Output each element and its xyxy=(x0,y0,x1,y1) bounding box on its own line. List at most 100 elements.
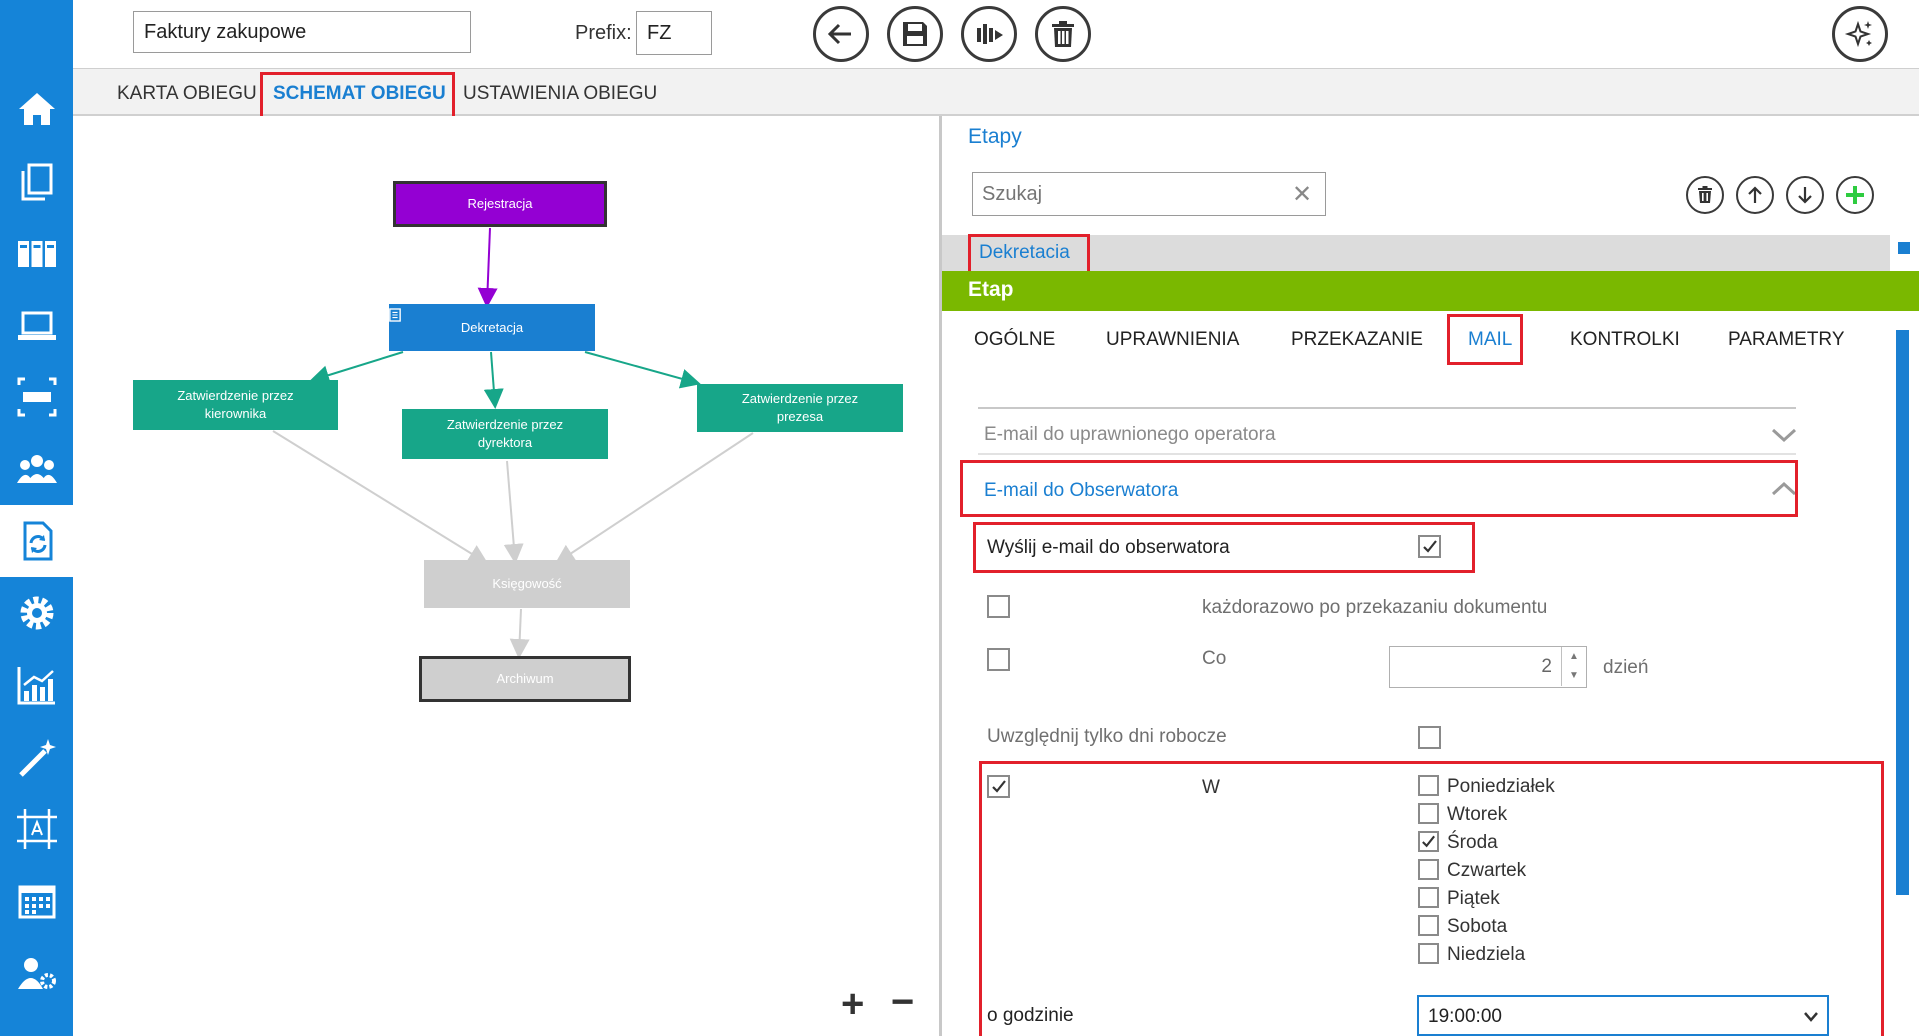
accordion-observer-email[interactable]: E-mail do Obserwatora xyxy=(984,480,1178,502)
accordion-operator-email[interactable]: E-mail do uprawnionego operatora xyxy=(984,424,1276,446)
nav-laptop[interactable] xyxy=(0,289,73,361)
search-clear-icon[interactable]: ✕ xyxy=(1292,180,1312,209)
users-icon xyxy=(16,455,57,483)
add-stage-button[interactable] xyxy=(1836,176,1874,214)
arrow-up-icon xyxy=(1748,186,1762,203)
node-archiwum[interactable]: Archiwum xyxy=(419,656,631,702)
send-email-checkbox[interactable] xyxy=(1418,535,1441,558)
nav-template[interactable] xyxy=(0,793,73,865)
thursday-checkbox[interactable] xyxy=(1418,859,1439,880)
nav-wizard[interactable] xyxy=(0,721,73,793)
chevron-down-icon[interactable] xyxy=(1770,426,1798,444)
node-zatwierdzenie-prezesa[interactable]: Zatwierdzenie przez prezesa xyxy=(697,384,903,432)
move-stage-down-button[interactable] xyxy=(1786,176,1824,214)
tuesday-checkbox[interactable] xyxy=(1418,803,1439,824)
workdays-label: Uwzględnij tylko dni robocze xyxy=(987,726,1227,747)
node-prezes-label-2: prezesa xyxy=(776,409,824,424)
wednesday-label: Środa xyxy=(1447,832,1498,853)
connector-rejestracja-dekretacja xyxy=(477,227,498,308)
back-button[interactable] xyxy=(813,6,869,62)
delete-stage-button[interactable] xyxy=(1686,176,1724,214)
chevron-up-icon[interactable] xyxy=(1770,480,1798,498)
stage-header-title: Etap xyxy=(968,278,1014,301)
documents-icon xyxy=(21,163,52,201)
subtab-uprawnienia[interactable]: UPRAWNIENIA xyxy=(1106,329,1239,351)
co-checkbox[interactable] xyxy=(987,648,1010,671)
connector-dekretacja-prezes xyxy=(584,351,701,389)
floppy-disk-icon xyxy=(903,22,927,46)
weekday-schedule-checkbox[interactable] xyxy=(987,775,1010,798)
stage-header: Etap xyxy=(942,271,1919,311)
laptop-icon xyxy=(17,311,56,340)
sunday-checkbox[interactable] xyxy=(1418,943,1439,964)
subtab-mail[interactable]: MAIL xyxy=(1468,329,1512,351)
zoom-out-button[interactable]: − xyxy=(891,982,914,1022)
delete-button[interactable] xyxy=(1035,6,1091,62)
node-archiwum-label: Archiwum xyxy=(496,671,554,686)
template-icon xyxy=(16,809,57,849)
monday-checkbox[interactable] xyxy=(1418,775,1439,796)
save-button[interactable] xyxy=(887,6,943,62)
co-label: Co xyxy=(1202,648,1227,669)
subtab-ogolne[interactable]: OGÓLNE xyxy=(974,329,1055,351)
time-select[interactable]: 19:00:00 xyxy=(1417,995,1829,1036)
tab-karta-obiegu[interactable]: KARTA OBIEGU xyxy=(117,83,257,105)
subtab-parametry[interactable]: PARAMETRY xyxy=(1728,329,1845,351)
plus-icon xyxy=(1846,186,1864,204)
nav-users[interactable] xyxy=(0,433,73,505)
nav-settings[interactable] xyxy=(0,577,73,649)
node-zatwierdzenie-dyrektora[interactable]: Zatwierdzenie przez dyrektora xyxy=(402,409,608,459)
scroll-indicator xyxy=(1898,242,1910,254)
nav-calendar[interactable] xyxy=(0,865,73,937)
subtab-kontrolki[interactable]: KONTROLKI xyxy=(1570,329,1680,351)
each-time-checkbox[interactable] xyxy=(987,595,1010,618)
co-unit-label: dzień xyxy=(1603,657,1649,678)
tab-ustawienia-obiegu[interactable]: USTAWIENIA OBIEGU xyxy=(463,83,657,105)
tab-schemat-obiegu[interactable]: SCHEMAT OBIEGU xyxy=(273,83,446,105)
nav-user-settings[interactable] xyxy=(0,937,73,1009)
co-interval-input[interactable] xyxy=(1390,647,1558,686)
friday-checkbox[interactable] xyxy=(1418,887,1439,908)
stage-row-dekretacja[interactable]: Dekretacia xyxy=(942,235,1890,271)
subtab-przekazanie[interactable]: PRZEKAZANIE xyxy=(1291,329,1423,351)
time-label: o godzinie xyxy=(987,1005,1074,1026)
transfer-button[interactable] xyxy=(961,6,1017,62)
workdays-checkbox[interactable] xyxy=(1418,726,1441,749)
w-label: W xyxy=(1202,777,1220,798)
stage-search-input[interactable] xyxy=(972,172,1326,216)
friday-label: Piątek xyxy=(1447,888,1500,909)
node-ksiegowosc[interactable]: Księgowość xyxy=(424,560,630,608)
nav-documents[interactable] xyxy=(0,145,73,217)
node-dyrektor-label-1: Zatwierdzenie przez xyxy=(446,417,564,432)
node-ksiegowosc-label: Księgowość xyxy=(492,576,562,591)
chevron-down-icon xyxy=(1804,1012,1818,1022)
process-name-input[interactable] xyxy=(133,11,471,53)
zoom-in-button[interactable]: + xyxy=(841,984,864,1024)
node-dekretacja[interactable]: Dekretacja xyxy=(389,304,595,351)
node-rejestracja[interactable]: Rejestracja xyxy=(393,181,607,227)
nav-workflow[interactable] xyxy=(0,505,73,577)
prefix-label: Prefix: xyxy=(575,22,632,44)
prefix-input[interactable] xyxy=(636,11,712,55)
co-interval-stepper[interactable]: ▲ ▼ xyxy=(1389,646,1587,688)
chart-icon xyxy=(17,667,55,705)
sparkles-icon xyxy=(1844,20,1872,48)
stepper-down-icon[interactable]: ▼ xyxy=(1562,666,1586,685)
time-select-value: 19:00:00 xyxy=(1428,1006,1502,1027)
scrollbar[interactable] xyxy=(1896,330,1909,895)
node-zatwierdzenie-kierownika[interactable]: Zatwierdzenie przez kierownika xyxy=(133,380,338,430)
magic-wand-icon xyxy=(18,739,56,777)
accordion-separator xyxy=(978,453,1796,455)
arrow-down-icon xyxy=(1798,187,1812,204)
ai-assistant-button[interactable] xyxy=(1832,6,1888,62)
nav-analytics[interactable] xyxy=(0,649,73,721)
wednesday-checkbox[interactable] xyxy=(1418,831,1439,852)
node-rejestracja-label: Rejestracja xyxy=(467,196,533,211)
nav-home[interactable] xyxy=(0,73,73,145)
move-stage-up-button[interactable] xyxy=(1736,176,1774,214)
stepper-up-icon[interactable]: ▲ xyxy=(1562,647,1586,666)
nav-binders[interactable] xyxy=(0,217,73,289)
nav-acd[interactable] xyxy=(0,361,73,433)
connector-dekretacja-dyrektor xyxy=(483,351,504,409)
saturday-checkbox[interactable] xyxy=(1418,915,1439,936)
